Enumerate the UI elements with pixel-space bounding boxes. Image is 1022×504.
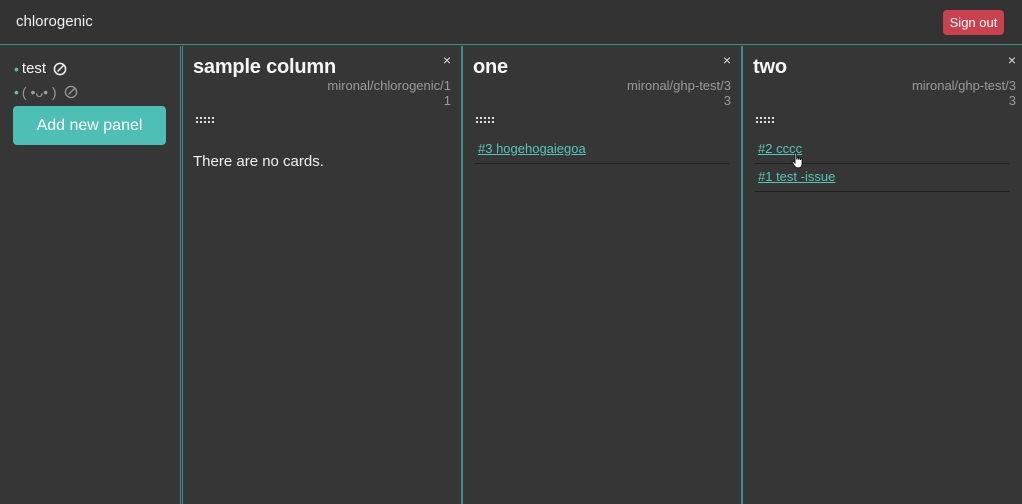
column-sample: sample column × mironal/chlorogenic/1 1 … bbox=[182, 46, 462, 504]
column-source-path: mironal/ghp-test/3 bbox=[911, 78, 1016, 93]
drag-handle-icon[interactable] bbox=[755, 116, 775, 124]
column-source-path: mironal/chlorogenic/1 bbox=[327, 78, 451, 93]
bullet-icon: • bbox=[14, 60, 19, 77]
column-source-number: 3 bbox=[723, 93, 731, 108]
card-link[interactable]: #1 test -issue bbox=[758, 169, 835, 184]
sidebar-item-test[interactable]: • test bbox=[14, 60, 67, 77]
card-link[interactable]: #3 hogehogaiegoa bbox=[478, 141, 586, 156]
close-icon[interactable]: × bbox=[1008, 52, 1016, 68]
bullet-icon: • bbox=[14, 84, 19, 100]
edit-icon[interactable] bbox=[64, 85, 78, 99]
hand-cursor-icon bbox=[791, 152, 803, 169]
drag-handle-icon[interactable] bbox=[475, 116, 495, 124]
column-title: sample column bbox=[193, 56, 336, 78]
drag-handle-icon[interactable] bbox=[195, 116, 215, 124]
sidebar-item-label: test bbox=[21, 60, 47, 77]
add-new-panel-button[interactable]: Add new panel bbox=[13, 106, 166, 145]
sidebar-item-face[interactable]: • ( •ᴗ• ) bbox=[14, 84, 78, 100]
edit-icon[interactable] bbox=[53, 62, 67, 76]
card: #3 hogehogaiegoa bbox=[475, 136, 729, 164]
sign-out-button[interactable]: Sign out bbox=[943, 10, 1004, 35]
close-icon[interactable]: × bbox=[443, 52, 451, 68]
column-one: one × mironal/ghp-test/3 3 #3 hogehogaie… bbox=[462, 46, 742, 504]
card-list: #3 hogehogaiegoa bbox=[475, 136, 729, 164]
column-title: one bbox=[473, 56, 508, 78]
column-source-number: 3 bbox=[1008, 93, 1016, 108]
app-root: chlorogenic Sign out • test • ( •ᴗ• ) Ad… bbox=[0, 0, 1022, 504]
sidebar-item-label: ( •ᴗ• ) bbox=[21, 84, 57, 100]
column-source[interactable]: mironal/chlorogenic/1 1 bbox=[281, 78, 451, 108]
top-bar: chlorogenic Sign out bbox=[0, 0, 1022, 45]
column-title: two bbox=[753, 56, 787, 78]
sidebar: • test • ( •ᴗ• ) Add new panel bbox=[0, 46, 181, 504]
close-icon[interactable]: × bbox=[723, 52, 731, 68]
app-brand[interactable]: chlorogenic bbox=[16, 13, 93, 30]
column-source-path: mironal/ghp-test/3 bbox=[626, 78, 731, 93]
column-source-number: 1 bbox=[443, 93, 451, 108]
empty-cards-message: There are no cards. bbox=[193, 153, 324, 170]
column-source[interactable]: mironal/ghp-test/3 3 bbox=[561, 78, 731, 108]
column-two: two × mironal/ghp-test/3 3 #2 cccc #1 te… bbox=[742, 46, 1022, 504]
column-source[interactable]: mironal/ghp-test/3 3 bbox=[846, 78, 1016, 108]
